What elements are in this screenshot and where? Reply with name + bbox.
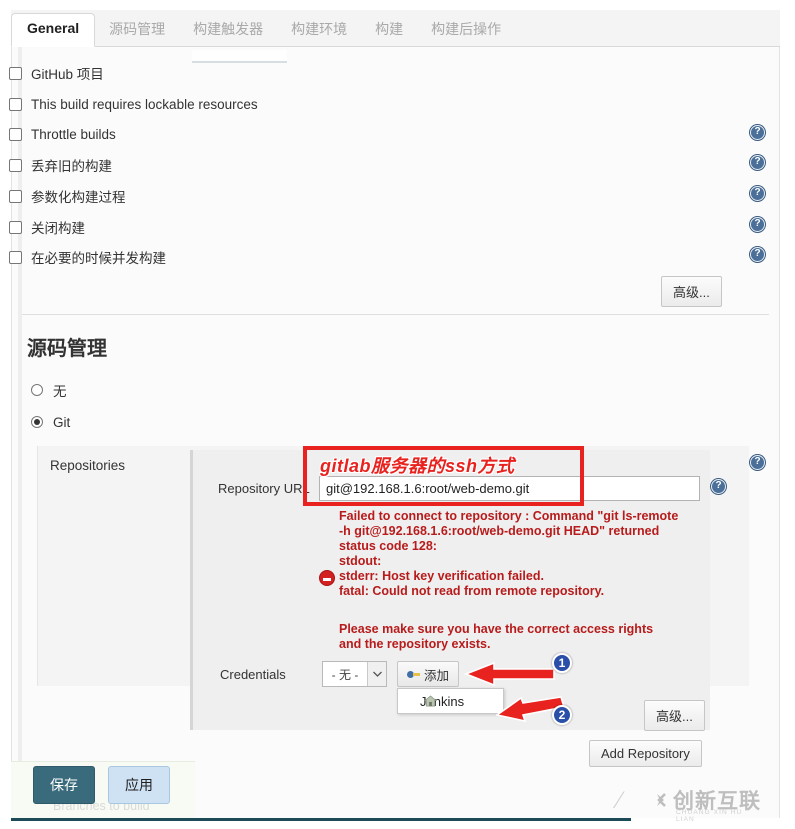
help-icon-glyph: ? — [754, 218, 761, 229]
error-line: stderr: Host key verification failed. — [339, 569, 544, 583]
checkbox-row-throttle-builds[interactable]: Throttle builds — [9, 125, 116, 143]
tab-general[interactable]: General — [11, 13, 96, 47]
watermark-sub-text: CHUANG XIN HU LIAN — [676, 809, 743, 823]
credentials-selected-value: - 无 - — [331, 667, 359, 682]
tab-build[interactable]: 构建 — [361, 14, 417, 46]
tab-scm[interactable]: 源码管理 — [95, 14, 179, 46]
error-hint-line: and the repository exists. — [339, 637, 491, 651]
error-icon — [319, 570, 335, 586]
scm-option-git[interactable]: Git — [31, 414, 70, 430]
help-icon-glyph: ? — [754, 456, 761, 467]
error-hint-line: Please make sure you have the correct ac… — [339, 622, 654, 636]
scm-option-none[interactable]: 无 — [31, 382, 67, 399]
discard-old-builds-checkbox[interactable] — [9, 158, 22, 172]
github-project-label: GitHub 项目 — [31, 67, 104, 82]
add-credentials-button[interactable]: 添加 — [397, 661, 459, 687]
disable-build-checkbox[interactable] — [9, 220, 22, 234]
disable-build-label: 关闭构建 — [31, 221, 85, 236]
github-project-checkbox[interactable] — [9, 66, 22, 80]
concurrent-builds-checkbox[interactable] — [9, 250, 22, 264]
help-icon-throttle-builds[interactable]: ? — [750, 125, 765, 140]
checkbox-row-lockable-resources[interactable]: This build requires lockable resources — [9, 95, 258, 113]
repository-url-label: Repository URL — [218, 481, 310, 496]
lockable-resources-label: This build requires lockable resources — [31, 96, 258, 112]
tab-general-label: General — [27, 20, 80, 37]
tab-build-triggers[interactable]: 构建触发器 — [179, 14, 277, 46]
add-credentials-label: 添加 — [423, 668, 449, 683]
error-line: status code 128: — [339, 539, 437, 553]
annotation-badge-1: 1 — [552, 653, 572, 673]
throttle-builds-label: Throttle builds — [31, 126, 116, 142]
partially-hidden-field — [192, 50, 287, 63]
add-repository-button[interactable]: Add Repository — [589, 740, 702, 767]
key-icon — [406, 670, 420, 678]
config-tab-bar: General 源码管理 构建触发器 构建环境 构建 构建后操作 — [11, 10, 780, 47]
throttle-builds-checkbox[interactable] — [9, 127, 22, 141]
error-line: -h git@192.168.1.6:root/web-demo.git HEA… — [339, 524, 660, 538]
repository-url-input[interactable] — [319, 476, 700, 501]
scm-section-title: 源码管理 — [27, 338, 107, 360]
scm-none-radio[interactable] — [31, 384, 43, 396]
tab-post-build[interactable]: 构建后操作 — [417, 14, 515, 46]
tab-scm-label: 源码管理 — [109, 21, 166, 38]
save-button[interactable]: 保存 — [33, 766, 95, 804]
tab-build-triggers-label: 构建触发器 — [193, 21, 264, 38]
concurrent-builds-label: 在必要的时候并发构建 — [31, 251, 166, 266]
annotation-badge-2-number: 2 — [558, 708, 566, 722]
apply-button-label: 应用 — [125, 777, 153, 793]
watermark-scribble: ⟋ — [610, 789, 628, 813]
parameterized-build-label: 参数化构建过程 — [31, 190, 126, 205]
repository-error-hint: Please make sure you have the correct ac… — [339, 622, 719, 652]
parameterized-build-checkbox[interactable] — [9, 189, 22, 203]
help-icon-glyph: ? — [754, 187, 761, 198]
cx-logo-icon — [645, 787, 666, 813]
tab-build-env[interactable]: 构建环境 — [277, 14, 361, 46]
chevron-down-icon[interactable] — [367, 662, 386, 686]
error-line: stdout: — [339, 554, 382, 568]
credentials-provider-menu-item-jenkins[interactable]: Jenkins — [397, 688, 504, 714]
help-icon-repositories[interactable]: ? — [750, 455, 765, 470]
annotation-callout-text: gitlab服务器的ssh方式 — [320, 456, 515, 476]
jenkins-house-icon — [424, 695, 437, 707]
discard-old-builds-label: 丢弃旧的构建 — [31, 159, 112, 174]
checkbox-row-disable-build[interactable]: 关闭构建 — [9, 218, 85, 236]
help-icon-glyph: ? — [754, 126, 761, 137]
error-line: Failed to connect to repository : Comman… — [339, 509, 679, 523]
checkbox-row-parameterized-build[interactable]: 参数化构建过程 — [9, 187, 126, 205]
scm-git-radio[interactable] — [31, 416, 43, 428]
tab-build-label: 构建 — [375, 21, 404, 38]
lockable-resources-checkbox[interactable] — [9, 97, 22, 111]
annotation-badge-2: 2 — [552, 705, 572, 725]
general-advanced-button[interactable]: 高级... — [661, 276, 722, 307]
tab-build-env-label: 构建环境 — [291, 21, 348, 38]
tab-post-build-label: 构建后操作 — [431, 21, 502, 38]
repository-advanced-button[interactable]: 高级... — [644, 700, 705, 731]
annotation-badge-1-number: 1 — [558, 656, 566, 670]
help-icon-glyph: ? — [754, 248, 761, 259]
help-icon-disable-build[interactable]: ? — [750, 217, 765, 232]
error-line: fatal: Could not read from remote reposi… — [339, 584, 605, 598]
checkbox-row-concurrent-builds[interactable]: 在必要的时候并发构建 — [9, 248, 166, 266]
scm-git-label: Git — [53, 414, 71, 430]
credentials-label: Credentials — [220, 667, 286, 682]
help-icon-parameterized-build[interactable]: ? — [750, 186, 765, 201]
page-root: General 源码管理 构建触发器 构建环境 构建 构建后操作 GitHub … — [0, 0, 795, 829]
checkbox-row-discard-old-builds[interactable]: 丢弃旧的构建 — [9, 156, 112, 174]
help-icon-glyph: ? — [754, 156, 761, 167]
save-button-label: 保存 — [50, 777, 78, 793]
help-icon-repository-url[interactable]: ? — [711, 479, 726, 494]
help-icon-concurrent-builds[interactable]: ? — [750, 247, 765, 262]
watermark: 创新互联 CHUANG XIN HU LIAN — [643, 785, 761, 823]
checkbox-row-github-project[interactable]: GitHub 项目 — [9, 64, 104, 82]
help-icon-discard-old-builds[interactable]: ? — [750, 155, 765, 170]
scm-none-label: 无 — [53, 384, 67, 399]
repository-error-message: Failed to connect to repository : Comman… — [339, 509, 719, 599]
help-icon-glyph: ? — [715, 480, 722, 491]
repositories-label: Repositories — [50, 458, 126, 473]
general-section — [22, 50, 769, 315]
credentials-select[interactable]: - 无 - — [322, 661, 387, 687]
apply-button[interactable]: 应用 — [108, 766, 170, 804]
